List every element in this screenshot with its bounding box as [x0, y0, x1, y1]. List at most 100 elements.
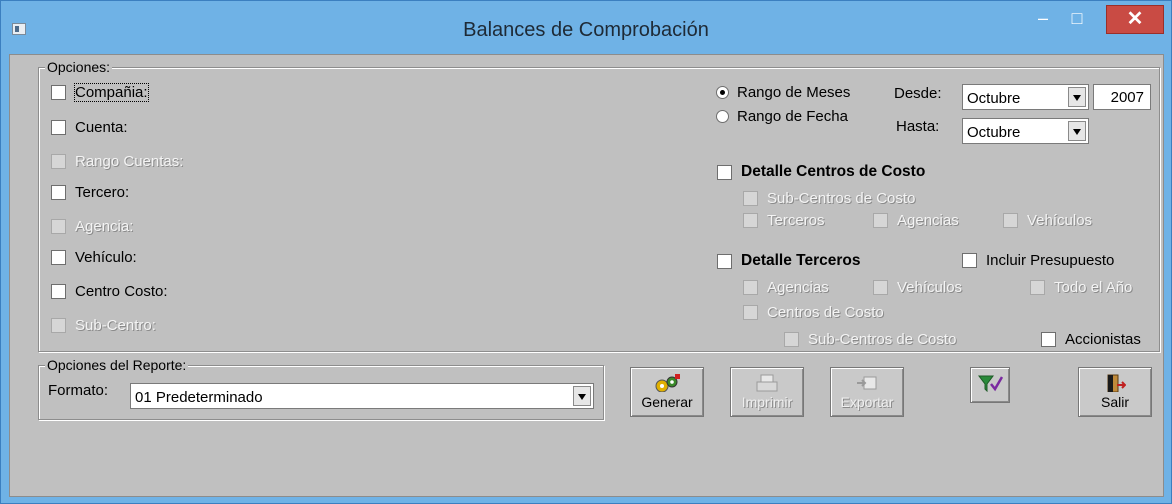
formato-select[interactable]: 01 Predeterminado [130, 383, 594, 409]
checkbox-label: Tercero: [75, 184, 130, 201]
checkbox-box[interactable] [51, 284, 66, 299]
cuenta-checkbox[interactable]: Cuenta: [51, 119, 128, 136]
radio-dot[interactable] [716, 110, 729, 123]
rango-cuentas-checkbox: Rango Cuentas: [51, 153, 183, 170]
checkbox-label: Todo el Año [1054, 279, 1133, 296]
checkbox-label: Sub-Centros de Costo [808, 331, 957, 348]
desde-mes-select[interactable]: Octubre [962, 84, 1089, 110]
checkbox-label: Vehículos [1027, 212, 1093, 229]
checkbox-label: Vehículos [897, 279, 963, 296]
select-value: Octubre [967, 124, 1021, 141]
button-label: Generar [641, 394, 693, 410]
checkbox-box[interactable] [962, 253, 977, 268]
compania-checkbox[interactable]: Compañia: [51, 83, 149, 102]
radio-label: Rango de Fecha [737, 108, 848, 125]
minimize-button[interactable]: – [1026, 5, 1060, 34]
checkbox-box[interactable] [51, 85, 66, 100]
checkbox-box [51, 318, 66, 333]
checkbox-label: Agencia: [75, 218, 134, 235]
checkbox-label: Centros de Costo [767, 304, 884, 321]
client-area: Opciones: Compañia: Cuenta: Rango Cuenta… [9, 54, 1164, 497]
checkbox-box [873, 280, 888, 295]
generar-button[interactable]: Generar [630, 367, 704, 417]
checkbox-box [51, 219, 66, 234]
checkbox-box [1030, 280, 1045, 295]
detalle-centros-costo-checkbox[interactable]: Detalle Centros de Costo [717, 163, 925, 181]
formato-label: Formato: [48, 382, 109, 399]
checkbox-label: Detalle Centros de Costo [741, 163, 926, 180]
filter-check-icon [978, 375, 1003, 392]
checkbox-box [743, 305, 758, 320]
radio-label: Rango de Meses [737, 84, 851, 101]
gears-icon [655, 374, 680, 392]
detalle-terceros-checkbox[interactable]: Detalle Terceros [717, 252, 860, 270]
desde-anio-field[interactable]: 2007 [1093, 84, 1151, 110]
vehiculo-checkbox[interactable]: Vehículo: [51, 249, 137, 266]
checkbox-label: Centro Costo: [75, 283, 168, 300]
t-vehiculos-checkbox: Vehículos [873, 279, 962, 296]
cc-terceros-checkbox: Terceros [743, 212, 825, 229]
checkbox-box [873, 213, 888, 228]
select-value: 01 Predeterminado [135, 389, 263, 406]
checkbox-label: Incluir Presupuesto [986, 252, 1115, 269]
checkbox-box [784, 332, 799, 347]
sub-centro-checkbox: Sub-Centro: [51, 317, 156, 334]
chevron-down-icon[interactable] [1068, 121, 1086, 141]
button-label: Exportar [840, 394, 894, 410]
button-label: Imprimir [741, 394, 793, 410]
centro-costo-checkbox[interactable]: Centro Costo: [51, 283, 168, 300]
checkbox-label: Sub-Centro: [75, 317, 156, 334]
hasta-label: Hasta: [896, 118, 940, 135]
checkbox-label: Accionistas [1065, 331, 1141, 348]
chevron-down-icon[interactable] [573, 386, 591, 406]
checkbox-box[interactable] [51, 120, 66, 135]
checkbox-box[interactable] [51, 250, 66, 265]
t-sub-centros-costo-checkbox: Sub-Centros de Costo [784, 331, 956, 348]
t-centros-costo-checkbox: Centros de Costo [743, 304, 884, 321]
cc-agencias-checkbox: Agencias [873, 212, 959, 229]
close-button[interactable]: ✕ [1106, 5, 1164, 34]
checkbox-box[interactable] [1041, 332, 1056, 347]
salir-button[interactable]: Salir [1078, 367, 1152, 417]
checkbox-box[interactable] [717, 253, 732, 269]
checkbox-label: Sub-Centros de Costo [767, 190, 916, 207]
checkbox-box[interactable] [51, 185, 66, 200]
sub-centros-costo-checkbox: Sub-Centros de Costo [743, 190, 915, 207]
window-title: Balances de Comprobación [463, 19, 709, 41]
checkbox-label: Compañia: [74, 83, 149, 102]
imprimir-button: Imprimir [730, 367, 804, 417]
checkbox-box [51, 154, 66, 169]
checkbox-box [743, 191, 758, 206]
exportar-button: Exportar [830, 367, 904, 417]
hasta-mes-select[interactable]: Octubre [962, 118, 1089, 144]
checkbox-box[interactable] [717, 164, 732, 180]
opciones-reporte-legend: Opciones del Reporte: [45, 357, 189, 373]
chevron-down-icon[interactable] [1068, 87, 1086, 107]
select-value: Octubre [967, 90, 1021, 107]
window: Balances de Comprobación – □ ✕ Opciones:… [0, 0, 1172, 504]
tercero-checkbox[interactable]: Tercero: [51, 184, 129, 201]
rango-fecha-radio[interactable]: Rango de Fecha [716, 108, 848, 125]
checkbox-label: Agencias [897, 212, 959, 229]
export-icon [857, 376, 877, 390]
checkbox-box [743, 213, 758, 228]
checkbox-label: Rango Cuentas: [75, 153, 184, 170]
checkbox-label: Detalle Terceros [741, 252, 861, 269]
t-todo-anio-checkbox: Todo el Año [1030, 279, 1132, 296]
t-agencias-checkbox: Agencias [743, 279, 829, 296]
button-label: Salir [1100, 394, 1129, 410]
rango-meses-radio[interactable]: Rango de Meses [716, 84, 850, 101]
filter-button[interactable] [970, 367, 1010, 403]
desde-label: Desde: [894, 85, 942, 102]
opciones-legend: Opciones: [45, 59, 113, 75]
maximize-button[interactable]: □ [1060, 5, 1094, 34]
printer-icon [756, 374, 778, 392]
accionistas-checkbox[interactable]: Accionistas [1041, 331, 1141, 348]
title-bar[interactable]: Balances de Comprobación – □ ✕ [1, 1, 1171, 53]
checkbox-label: Cuenta: [75, 119, 128, 136]
checkbox-box [1003, 213, 1018, 228]
incluir-presupuesto-checkbox[interactable]: Incluir Presupuesto [962, 252, 1114, 269]
checkbox-label: Agencias [767, 279, 829, 296]
radio-dot[interactable] [716, 86, 729, 99]
checkbox-box [743, 280, 758, 295]
